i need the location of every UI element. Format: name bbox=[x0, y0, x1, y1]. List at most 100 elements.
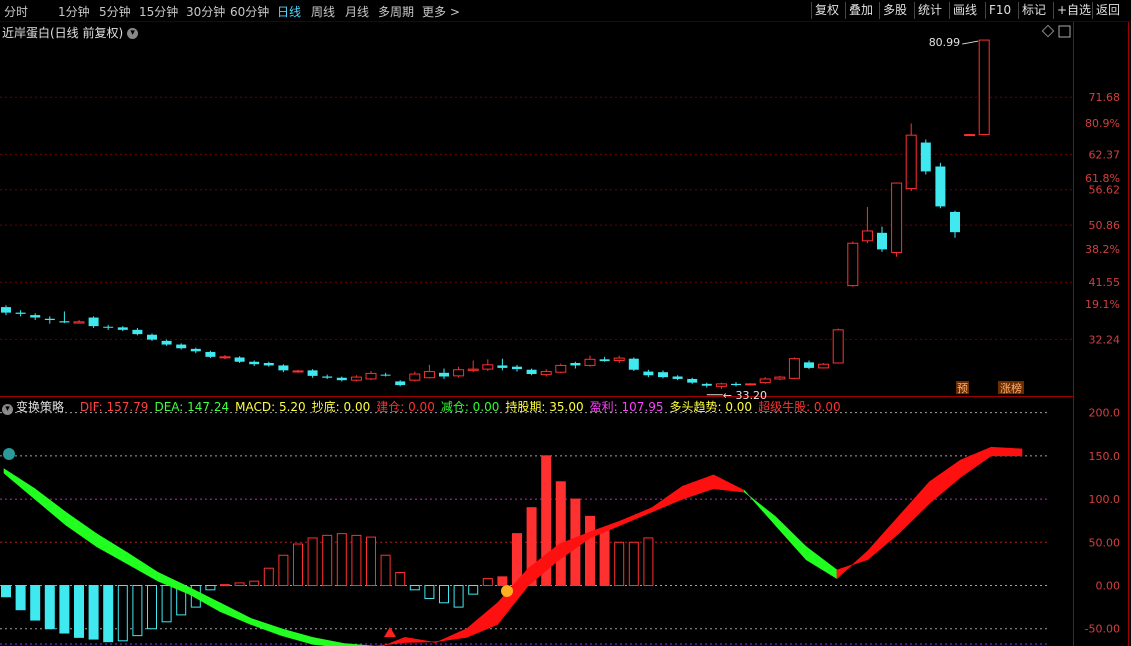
macd-bar-down bbox=[147, 585, 157, 630]
candle-body-up bbox=[453, 369, 465, 377]
macd-bar-down bbox=[453, 585, 464, 608]
pct-axis-label: 80.9% bbox=[1085, 117, 1120, 130]
macd-bar-down bbox=[439, 585, 449, 604]
ribbon-bear bbox=[805, 546, 838, 580]
candle-body-down bbox=[103, 326, 114, 328]
macd-bar-down bbox=[59, 585, 70, 634]
macd-bar-down bbox=[132, 585, 143, 637]
price-axis-label: 41.55 bbox=[1089, 276, 1121, 289]
candle-body-up bbox=[978, 39, 990, 136]
candle-body-down bbox=[701, 383, 712, 386]
ribbon-bull bbox=[466, 602, 498, 638]
macd-bar-down bbox=[117, 585, 128, 642]
candle-body-up bbox=[584, 358, 596, 366]
ribbon-bull bbox=[435, 628, 468, 644]
candle-body-down bbox=[439, 372, 449, 377]
candle-body-down bbox=[263, 362, 274, 366]
ribbon-bull bbox=[713, 474, 745, 493]
pct-axis-label: 61.8% bbox=[1085, 172, 1120, 185]
candle-body-up bbox=[832, 329, 844, 364]
chart-canvas[interactable]: 71.68 62.37 56.62 50.86 41.55 32.24 80.9% 61.8%… bbox=[0, 0, 1131, 646]
candle-body-down bbox=[672, 376, 683, 379]
macd-bar-down bbox=[424, 585, 435, 599]
macd-bar-up bbox=[351, 534, 362, 586]
ribbon-bear bbox=[219, 602, 252, 625]
macd-bar-down bbox=[30, 585, 41, 621]
ribbon-bull bbox=[960, 446, 992, 479]
macd-bar-up bbox=[380, 554, 391, 586]
candle-body-down bbox=[234, 357, 245, 362]
low-price-label: ← 33.20 bbox=[723, 389, 767, 402]
candle-body-up bbox=[350, 376, 362, 381]
candle-body-up bbox=[219, 356, 231, 359]
ribbon-bull bbox=[620, 507, 653, 526]
candle-body-up bbox=[555, 364, 567, 373]
ribbon-bear bbox=[312, 636, 344, 646]
macd-bar-up bbox=[336, 533, 347, 587]
candle-body-down bbox=[249, 361, 260, 365]
candle-body-up bbox=[759, 378, 771, 384]
ribbon-bull bbox=[898, 480, 930, 535]
indicator-axis-label: 50.00 bbox=[1089, 536, 1121, 549]
indicator-axis-label: 100.0 bbox=[1089, 493, 1121, 506]
macd-bar-up bbox=[599, 528, 610, 586]
price-axis-label: 56.62 bbox=[1089, 184, 1121, 197]
indicator-axis-label: -50.00 bbox=[1085, 623, 1120, 636]
candle-body-up bbox=[905, 134, 917, 190]
ribbon-bull bbox=[990, 446, 1023, 457]
ribbon-bear bbox=[744, 489, 776, 526]
buy-signal-icon bbox=[3, 448, 15, 460]
ribbon-bull bbox=[929, 459, 961, 505]
candle-body-up bbox=[73, 321, 85, 324]
candle-body-up bbox=[964, 134, 976, 137]
indicator-axis-label: 0.00 bbox=[1096, 580, 1121, 593]
candle-body-down bbox=[88, 317, 99, 327]
pct-axis-label: 19.1% bbox=[1085, 298, 1120, 311]
ribbon-bull bbox=[373, 636, 406, 646]
signal-circle-icon bbox=[501, 585, 513, 597]
candle-body-down bbox=[15, 312, 26, 314]
macd-bar-up bbox=[263, 567, 274, 587]
macd-bar-up bbox=[628, 541, 639, 586]
candle-body-down bbox=[176, 344, 187, 349]
macd-bar-down bbox=[468, 585, 479, 595]
candle-body-up bbox=[847, 242, 859, 287]
macd-bar-down bbox=[161, 585, 172, 623]
macd-bar-up bbox=[643, 537, 654, 587]
macd-bar-up bbox=[395, 572, 406, 586]
candle-body-up bbox=[409, 373, 421, 381]
candle-body-down bbox=[190, 348, 201, 352]
candle-body-down bbox=[512, 366, 522, 370]
macd-bar-up bbox=[614, 541, 625, 586]
zhangbang-tag: 涨榜 bbox=[1000, 381, 1022, 395]
candle-body-up bbox=[818, 363, 830, 369]
ribbon-bear bbox=[3, 468, 36, 500]
macd-bar-up bbox=[249, 580, 260, 587]
macd-bar-up bbox=[482, 578, 493, 586]
macd-bar-up bbox=[555, 481, 566, 586]
macd-bar-down bbox=[74, 585, 84, 638]
macd-bar-down bbox=[409, 585, 420, 591]
candle-body-down bbox=[877, 232, 887, 250]
ribbon-bull bbox=[836, 550, 869, 580]
macd-bar-up bbox=[234, 582, 245, 587]
candle-body-up bbox=[467, 368, 479, 371]
candle-body-down bbox=[935, 166, 946, 207]
candle-body-down bbox=[307, 370, 318, 376]
ribbon-bear bbox=[774, 515, 807, 561]
candle-body-down bbox=[44, 318, 55, 320]
macd-bar-up bbox=[585, 515, 595, 586]
candle-body-down bbox=[687, 378, 698, 383]
window-icon bbox=[1058, 25, 1071, 38]
candle-body-down bbox=[643, 371, 654, 376]
candle-body-up bbox=[423, 371, 435, 379]
candle-body-down bbox=[628, 358, 639, 370]
macd-bar-down bbox=[103, 585, 114, 643]
candle-body-up bbox=[482, 364, 494, 370]
price-axis-label: 32.24 bbox=[1089, 333, 1121, 346]
candle-body-down bbox=[278, 365, 289, 371]
candle-body-down bbox=[147, 334, 157, 340]
ribbon-bull bbox=[867, 515, 899, 561]
candle-body-down bbox=[1, 307, 11, 313]
macd-bar-down bbox=[205, 585, 216, 591]
